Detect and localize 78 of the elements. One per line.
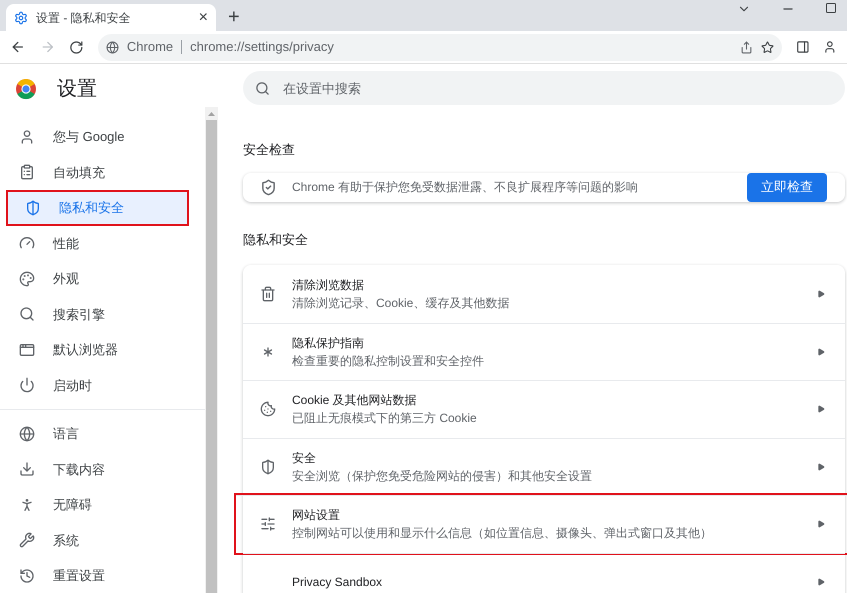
sidebar-item[interactable]: 隐私和安全 bbox=[6, 190, 189, 226]
side-panel-icon[interactable] bbox=[796, 40, 810, 54]
check-now-button[interactable]: 立即检查 bbox=[747, 172, 827, 202]
caret-icon bbox=[817, 578, 825, 586]
globe-icon bbox=[19, 426, 35, 442]
row-subtitle: 控制网站可以使用和显示什么信息（如位置信息、摄像头、弹出式窗口及其他） bbox=[292, 525, 713, 542]
address-bar[interactable]: Chrome chrome://settings/privacy bbox=[98, 34, 782, 60]
search-icon bbox=[19, 306, 35, 322]
caret-icon bbox=[817, 348, 825, 356]
sidebar-item[interactable]: 启动时 bbox=[0, 368, 203, 403]
section-heading: 安全检查 bbox=[243, 141, 296, 159]
clipboard-icon bbox=[19, 164, 35, 180]
scrollbar[interactable] bbox=[205, 107, 218, 593]
share-icon[interactable] bbox=[740, 40, 753, 54]
row-title: Privacy Sandbox bbox=[292, 574, 384, 591]
new-tab-button[interactable]: + bbox=[228, 7, 240, 27]
sidebar-item[interactable]: 性能 bbox=[0, 226, 203, 261]
browser-tab[interactable]: 设置 - 隐私和安全 × bbox=[6, 4, 216, 31]
shield-icon bbox=[260, 458, 276, 475]
download-icon bbox=[19, 461, 35, 478]
section-heading: 隐私和安全 bbox=[243, 230, 309, 248]
row-title: 安全 bbox=[292, 450, 317, 467]
sidebar-item[interactable]: 搜索引擎 bbox=[0, 296, 203, 332]
history-icon bbox=[19, 568, 35, 584]
row-title: 隐私保护指南 bbox=[292, 334, 365, 352]
site-icon bbox=[106, 40, 119, 54]
settings-row[interactable]: 清除浏览数据 清除浏览记录、Cookie、缓存及其他数据 bbox=[243, 265, 845, 322]
settings-row[interactable]: Privacy Sandbox bbox=[243, 552, 845, 593]
sidebar-item[interactable]: 系统 bbox=[0, 522, 203, 558]
settings-row[interactable]: 安全 安全浏览（保护您免受危险网站的侵害）和其他安全设置 bbox=[243, 438, 845, 495]
sidebar-item[interactable]: 外观 bbox=[0, 261, 203, 296]
cookie-icon bbox=[260, 401, 276, 418]
caret-icon bbox=[817, 520, 825, 528]
row-subtitle: 检查重要的隐私控制设置和安全控件 bbox=[292, 352, 485, 370]
row-subtitle: 清除浏览记录、Cookie、缓存及其他数据 bbox=[292, 294, 510, 312]
sidebar-item[interactable]: 您与 Google bbox=[0, 119, 203, 154]
shield-icon bbox=[25, 200, 41, 216]
sidebar-item[interactable]: 自动填充 bbox=[0, 154, 203, 190]
trash-icon bbox=[260, 286, 276, 302]
maximize-icon[interactable] bbox=[825, 2, 837, 14]
sidebar-item[interactable]: 下载内容 bbox=[0, 452, 203, 487]
search-field[interactable]: 在设置中搜索 bbox=[243, 71, 845, 105]
sidebar-item[interactable]: 无障碍 bbox=[0, 487, 203, 522]
page-title: 设置 bbox=[57, 77, 97, 102]
tab-title: 设置 - 隐私和安全 bbox=[36, 10, 132, 26]
sidebar-item[interactable]: 默认浏览器 bbox=[0, 332, 203, 368]
gauge-icon bbox=[19, 235, 35, 252]
row-title: Cookie 及其他网站数据 bbox=[292, 392, 418, 410]
caret-icon bbox=[817, 405, 825, 414]
profile-icon[interactable] bbox=[823, 40, 838, 54]
settings-row[interactable]: Cookie 及其他网站数据 已阻止无痕模式下的第三方 Cookie bbox=[243, 380, 845, 438]
row-subtitle: 已阻止无痕模式下的第三方 Cookie bbox=[292, 410, 478, 428]
reload-icon[interactable] bbox=[69, 40, 84, 54]
back-icon[interactable] bbox=[10, 39, 26, 55]
settings-row[interactable]: 网站设置 控制网站可以使用和显示什么信息（如位置信息、摄像头、弹出式窗口及其他） bbox=[236, 495, 847, 552]
bookmark-star-icon[interactable] bbox=[760, 40, 774, 54]
caret-icon bbox=[817, 462, 825, 471]
safety-check-text: Chrome 有助于保护您免受数据泄露、不良扩展程序等问题的影响 bbox=[292, 179, 640, 196]
wrench-icon bbox=[19, 532, 35, 548]
browser-logo bbox=[15, 78, 37, 100]
palette-icon bbox=[19, 270, 35, 287]
sidebar-item[interactable]: 重置设置 bbox=[0, 558, 203, 593]
row-subtitle: 安全浏览（保护您免受危险网站的侵害）和其他安全设置 bbox=[292, 468, 593, 485]
power-icon bbox=[19, 377, 35, 394]
settings-icon bbox=[14, 10, 28, 24]
caret-icon bbox=[817, 290, 825, 298]
window-icon bbox=[19, 342, 35, 358]
site-label: Chrome bbox=[126, 38, 174, 56]
sliders-icon bbox=[260, 516, 276, 532]
search-icon bbox=[255, 81, 270, 96]
settings-row[interactable]: 隐私保护指南 检查重要的隐私控制设置和安全控件 bbox=[243, 322, 845, 380]
url-text: chrome://settings/privacy bbox=[190, 38, 335, 56]
tab-close[interactable]: × bbox=[198, 10, 208, 26]
row-title: 网站设置 bbox=[292, 507, 341, 524]
row-title: 清除浏览数据 bbox=[292, 276, 365, 294]
person-icon bbox=[19, 128, 35, 145]
sidebar-item[interactable]: 语言 bbox=[0, 416, 203, 452]
shield-check-icon bbox=[260, 178, 277, 196]
